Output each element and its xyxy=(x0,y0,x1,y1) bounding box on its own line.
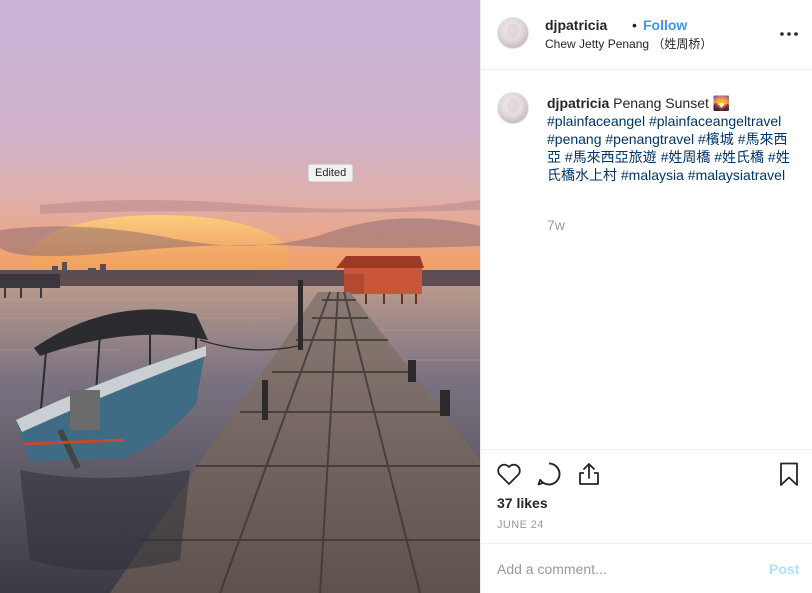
location-link[interactable]: Chew Jetty Penang （姓周桥） xyxy=(545,35,712,52)
follow-button[interactable]: Follow xyxy=(643,17,687,33)
user-avatar[interactable] xyxy=(497,17,529,49)
more-horizontal-icon[interactable] xyxy=(779,24,799,44)
post-photo[interactable]: Edited xyxy=(0,0,480,593)
add-comment-bar: Post xyxy=(481,543,812,593)
post-comment-button[interactable]: Post xyxy=(769,561,799,577)
comment-icon[interactable] xyxy=(535,460,563,488)
caption-text: djpatricia Penang Sunset 🌄 #plainfaceang… xyxy=(547,94,797,184)
caption-body: Penang Sunset 🌄 xyxy=(609,95,731,111)
bookmark-icon[interactable] xyxy=(775,460,803,488)
caption-avatar[interactable] xyxy=(497,92,529,124)
heart-icon[interactable] xyxy=(495,460,523,488)
post-side-panel: djpatricia • Follow Chew Jetty Penang （姓… xyxy=(480,0,812,593)
share-icon[interactable] xyxy=(575,460,603,488)
post-actions: 37 likes JUNE 24 xyxy=(481,449,812,544)
edited-tag: Edited xyxy=(308,164,354,182)
caption-age[interactable]: 7w xyxy=(547,217,565,233)
caption-username[interactable]: djpatricia xyxy=(547,95,609,111)
likes-count[interactable]: 37 likes xyxy=(497,495,548,511)
sunset-jetty-image xyxy=(0,200,480,593)
caption-hashtags[interactable]: #plainfaceangel #plainfaceangeltravel #p… xyxy=(547,113,790,183)
post-date[interactable]: JUNE 24 xyxy=(497,519,544,531)
post-header: djpatricia • Follow Chew Jetty Penang （姓… xyxy=(481,0,812,70)
header-username[interactable]: djpatricia xyxy=(545,17,607,33)
comment-input[interactable] xyxy=(497,558,747,580)
header-separator: • xyxy=(632,17,637,33)
